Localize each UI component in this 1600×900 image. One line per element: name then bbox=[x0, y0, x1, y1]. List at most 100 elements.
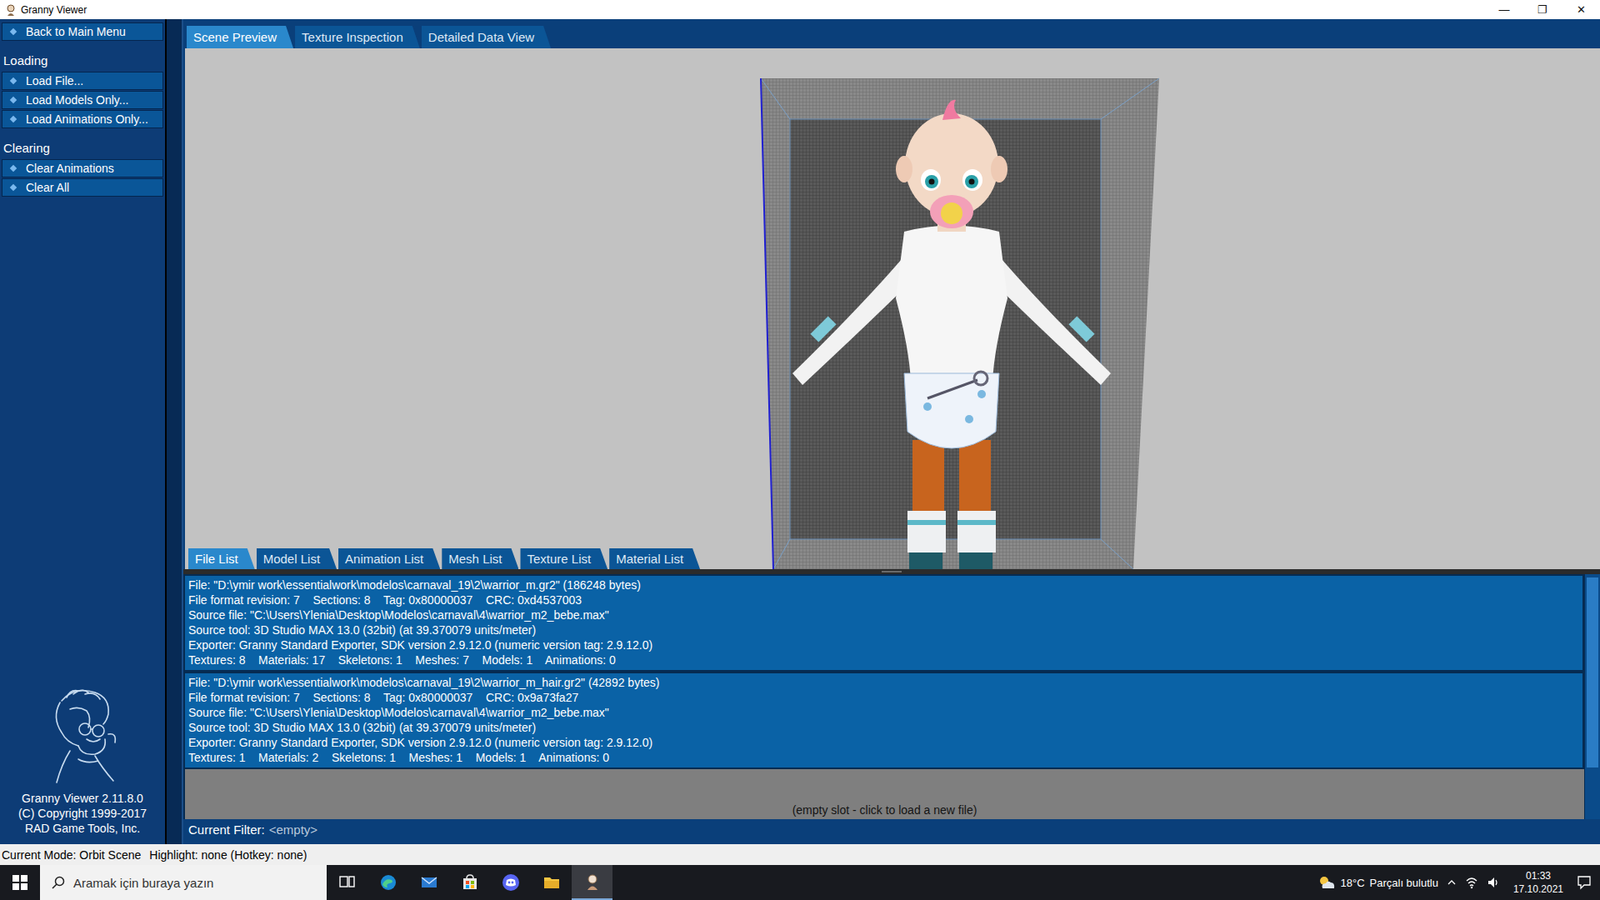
file-info-line: Exporter: Granny Standard Exporter, SDK … bbox=[188, 637, 1580, 653]
chevron-up-icon[interactable] bbox=[1446, 877, 1457, 888]
sidebar: Back to Main Menu Loading Load File... Load… bbox=[0, 19, 165, 845]
sidebar-header: Loading bbox=[0, 41, 165, 72]
bullet-icon bbox=[10, 115, 17, 123]
sidebar-button-label[interactable]: Load Models Only... bbox=[25, 93, 129, 107]
top-tab[interactable]: Scene Preview bbox=[186, 25, 294, 49]
file-info-line: Source file: "C:\Users\Ylenia\Desktop\Mo… bbox=[188, 607, 1580, 623]
bottom-tab[interactable]: Texture List bbox=[520, 548, 608, 570]
app-area: Back to Main Menu Loading Load File... Load… bbox=[0, 19, 1600, 845]
clock-time[interactable]: 01:33 bbox=[1525, 869, 1551, 883]
sidebar-header: Clearing bbox=[0, 129, 165, 160]
empty-slot[interactable]: (empty slot - click to load a new file) bbox=[183, 769, 1585, 820]
search-placeholder[interactable]: Aramak için buraya yazın bbox=[73, 875, 214, 890]
main-panel: Scene PreviewTexture InspectionDetailed … bbox=[183, 19, 1600, 845]
bullet-icon bbox=[10, 96, 17, 104]
edge-icon bbox=[379, 873, 398, 892]
about-text: (C) Copyright 1999-2017 bbox=[18, 805, 147, 821]
file-info-line: File: "D:\ymir work\essentialwork\modelo… bbox=[188, 675, 1580, 690]
taskbar-app[interactable] bbox=[408, 865, 450, 900]
sidebar-button-label[interactable]: Load Animations Only... bbox=[25, 112, 149, 126]
task-view-icon bbox=[338, 873, 357, 892]
scrollbar[interactable] bbox=[1584, 574, 1600, 820]
bottom-tab-bar: File ListModel ListAnimation ListMesh Li… bbox=[185, 548, 1600, 570]
taskbar: Aramak için buraya yazın 18°C Parçalı bulu… bbox=[0, 865, 1600, 900]
sidebar-button[interactable]: Back to Main Menu bbox=[1, 22, 164, 41]
file-info-line: File: "D:\ymir work\essentialwork\modelo… bbox=[188, 577, 1580, 593]
taskbar-app[interactable] bbox=[530, 865, 572, 900]
weather-widget[interactable]: 18°C Parçalı bulutlu bbox=[1317, 875, 1439, 890]
top-tab[interactable]: Detailed Data View bbox=[421, 25, 551, 49]
file-info-line: Source tool: 3D Studio MAX 13.0 (32bit) … bbox=[188, 720, 1580, 735]
clock-date[interactable]: 17.10.2021 bbox=[1513, 882, 1564, 896]
sidebar-button[interactable]: Load Models Only... bbox=[1, 90, 164, 110]
scene-viewport[interactable]: File ListModel ListAnimation ListMesh Li… bbox=[185, 48, 1600, 570]
sidebar-button[interactable]: Load File... bbox=[1, 71, 164, 90]
scrollbar-thumb[interactable] bbox=[1586, 577, 1599, 768]
file-entry[interactable]: File: "D:\ymir work\essentialwork\modelo… bbox=[183, 574, 1585, 672]
file-entry[interactable]: File: "D:\ymir work\essentialwork\modelo… bbox=[183, 671, 1585, 770]
splitter-handle[interactable] bbox=[881, 570, 902, 573]
bottom-tab[interactable]: Material List bbox=[609, 548, 700, 570]
file-list-panel: File: "D:\ymir work\essentialwork\modelo… bbox=[183, 574, 1600, 820]
file-info-line: File format revision: 7 Sections: 8 Tag:… bbox=[188, 592, 1580, 608]
start-button[interactable] bbox=[0, 865, 40, 900]
taskbar-app[interactable] bbox=[367, 865, 409, 900]
top-tab[interactable]: Texture Inspection bbox=[295, 25, 420, 49]
sidebar-button-label[interactable]: Clear All bbox=[25, 180, 70, 195]
sidebar-button[interactable]: Load Animations Only... bbox=[1, 110, 164, 129]
sidebar-button[interactable]: Clear Animations bbox=[1, 159, 164, 178]
system-tray: 18°C Parçalı bulutlu 01:3317.10.2021 bbox=[1317, 869, 1600, 896]
sidebar-header-label: Loading bbox=[3, 53, 48, 68]
sidebar-button-label[interactable]: Back to Main Menu bbox=[25, 25, 126, 39]
about-text: Granny Viewer 2.11.8.0 bbox=[21, 790, 144, 806]
granny-logo-icon bbox=[36, 684, 129, 786]
clock[interactable]: 01:3317.10.2021 bbox=[1508, 869, 1569, 896]
bottom-tab[interactable]: Mesh List bbox=[441, 548, 519, 570]
window-title: Granny Viewer bbox=[20, 4, 1485, 16]
file-info-line: Source file: "C:\Users\Ylenia\Desktop\Mo… bbox=[188, 705, 1580, 720]
sidebar-header-label: Clearing bbox=[3, 140, 50, 155]
bottom-tab[interactable]: Model List bbox=[256, 548, 337, 570]
file-info-line: Exporter: Granny Standard Exporter, SDK … bbox=[188, 735, 1580, 750]
file-list: File: "D:\ymir work\essentialwork\modelo… bbox=[183, 574, 1585, 820]
bullet-icon bbox=[10, 165, 17, 172]
taskbar-app[interactable] bbox=[490, 865, 531, 900]
window-control[interactable]: ✕ bbox=[1561, 3, 1600, 16]
scene-render[interactable] bbox=[185, 48, 1600, 570]
bullet-icon bbox=[10, 28, 17, 35]
panel-separator[interactable] bbox=[165, 19, 184, 845]
empty-slot-text[interactable]: (empty slot - click to load a new file) bbox=[792, 803, 978, 817]
taskbar-app[interactable] bbox=[326, 865, 368, 900]
window-control[interactable]: — bbox=[1485, 3, 1524, 16]
bottom-tab[interactable]: Animation List bbox=[338, 548, 440, 570]
discord-icon bbox=[501, 873, 520, 892]
taskbar-app[interactable] bbox=[571, 865, 613, 900]
file-explorer-icon bbox=[542, 873, 561, 892]
sidebar-button-label[interactable]: Clear Animations bbox=[25, 161, 115, 175]
about-box: Granny Viewer 2.11.8.0(C) Copyright 1999… bbox=[0, 684, 165, 845]
granny-app-icon bbox=[4, 3, 18, 17]
store-icon bbox=[460, 873, 480, 892]
weather-text[interactable]: Parçalı bulutlu bbox=[1370, 876, 1439, 890]
network-icon[interactable] bbox=[1465, 875, 1479, 890]
filter-label: Current Filter: bbox=[188, 822, 265, 837]
weather-temp[interactable]: 18°C bbox=[1340, 876, 1365, 890]
bottom-tab[interactable]: File List bbox=[188, 548, 255, 570]
filter-value[interactable]: <empty> bbox=[269, 822, 318, 837]
window-control[interactable]: ❐ bbox=[1523, 3, 1562, 16]
notifications-icon[interactable] bbox=[1576, 875, 1592, 890]
taskbar-search[interactable]: Aramak için buraya yazın bbox=[40, 865, 327, 900]
volume-icon[interactable] bbox=[1486, 875, 1500, 890]
bullet-icon bbox=[10, 77, 17, 85]
file-info-line: Textures: 1 Materials: 2 Skeletons: 1 Me… bbox=[188, 750, 1580, 765]
sidebar-button[interactable]: Clear All bbox=[1, 178, 164, 197]
sidebar-button-label[interactable]: Load File... bbox=[25, 74, 84, 88]
title-bar: Granny Viewer—❐✕ bbox=[0, 0, 1600, 20]
file-info-line: File format revision: 7 Sections: 8 Tag:… bbox=[188, 690, 1580, 705]
taskbar-app[interactable] bbox=[449, 865, 490, 900]
weather-icon bbox=[1317, 875, 1336, 890]
top-tab-bar: Scene PreviewTexture InspectionDetailed … bbox=[183, 19, 1600, 49]
windows-logo-icon bbox=[12, 875, 28, 890]
mail-icon bbox=[420, 873, 439, 892]
status-bar: Current Mode: Orbit SceneHighlight: none… bbox=[0, 844, 1600, 865]
